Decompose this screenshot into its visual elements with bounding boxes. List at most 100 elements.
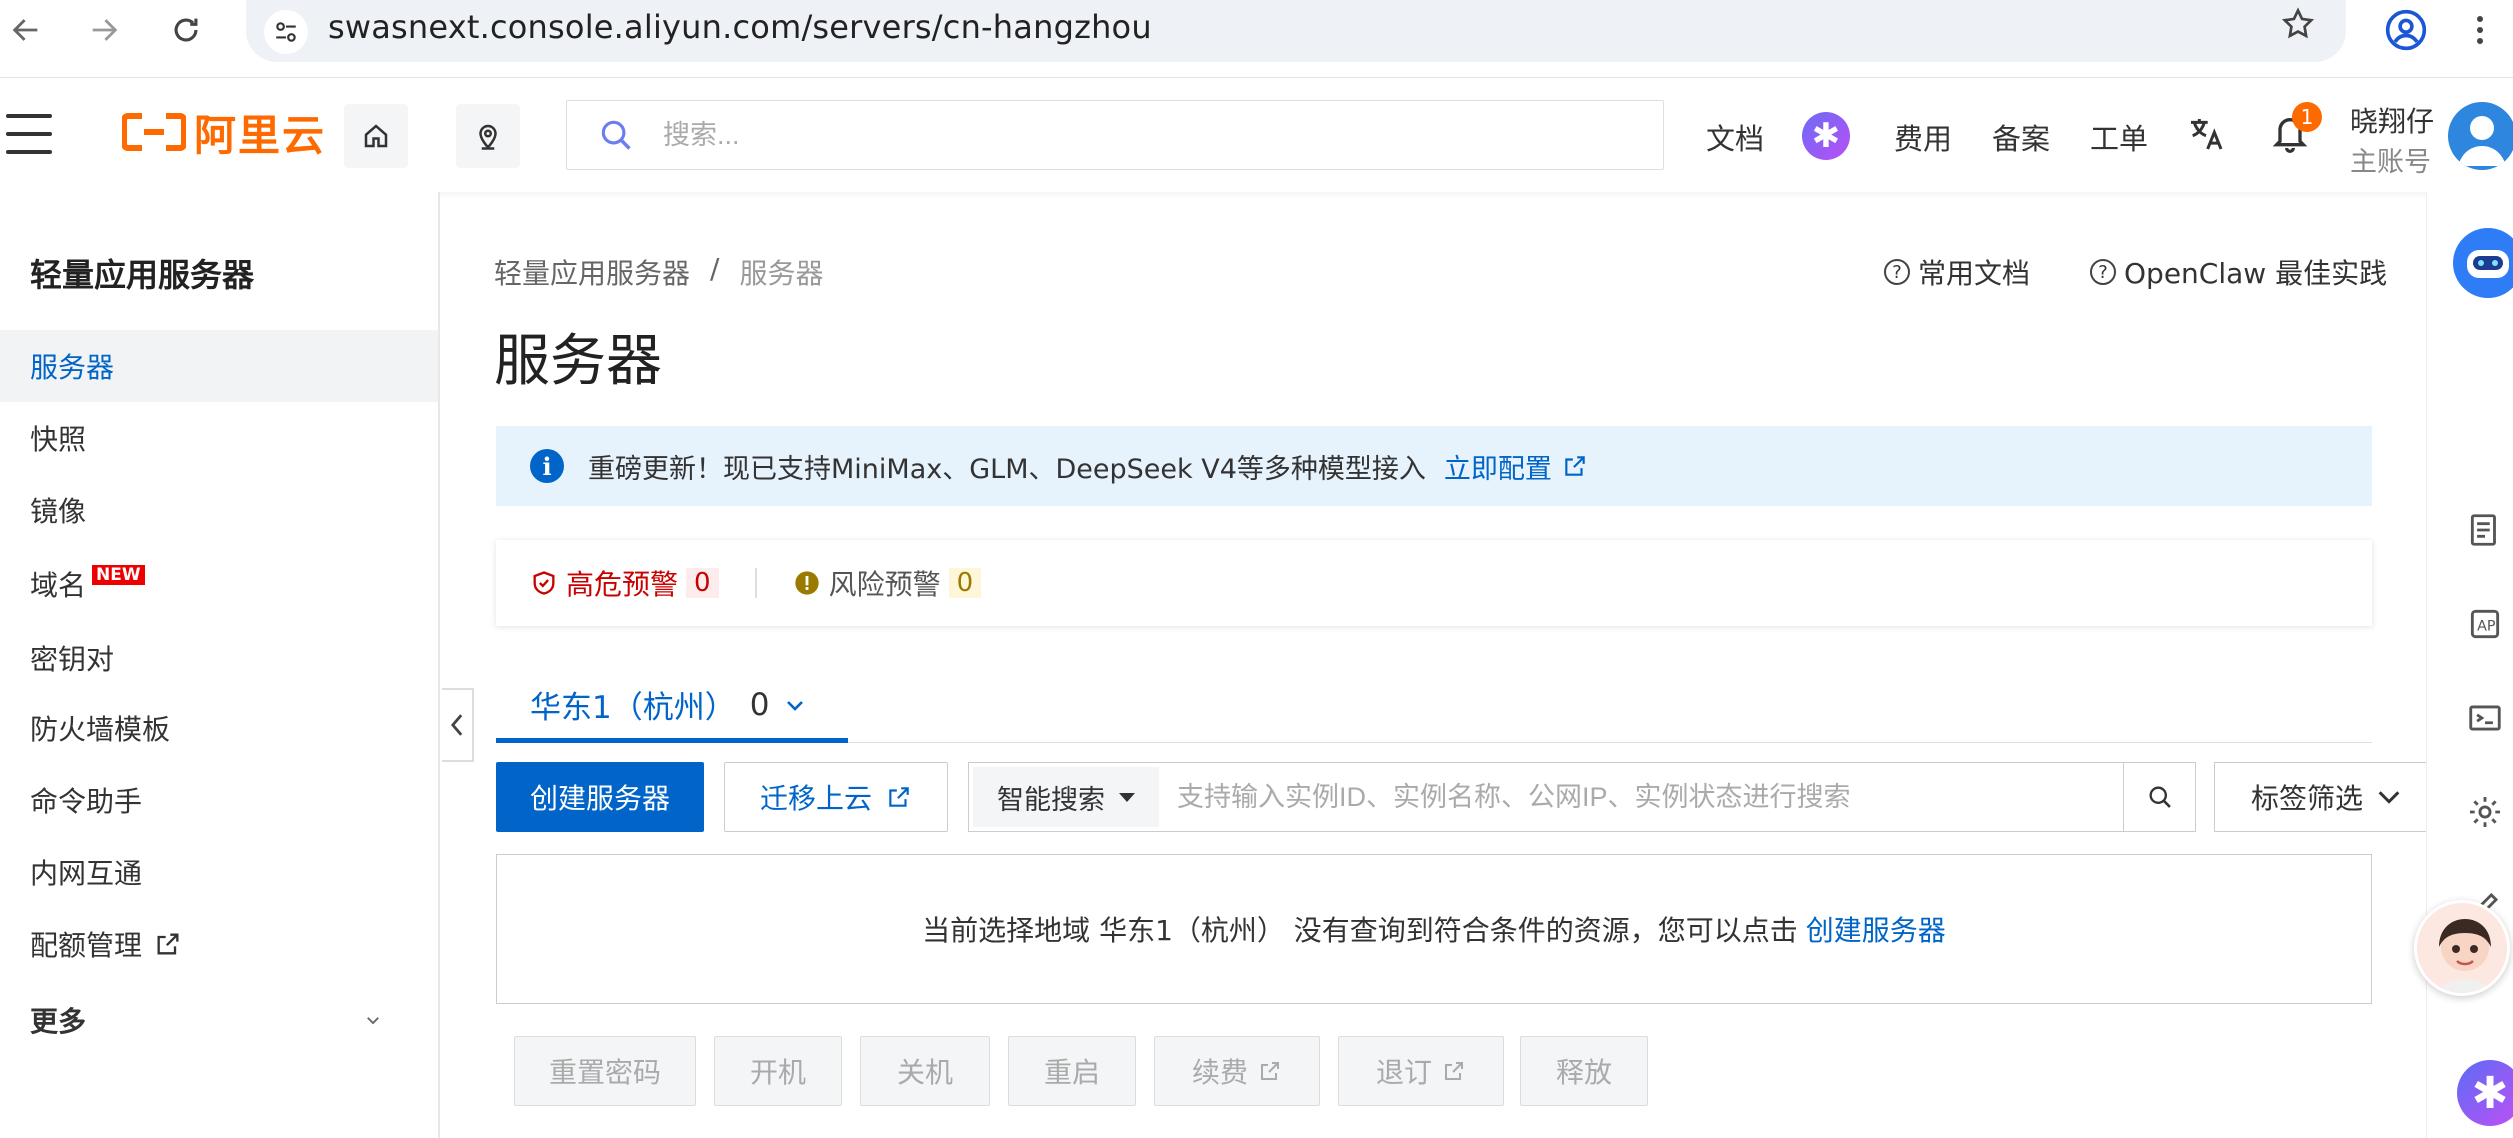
sidebar-item-label: 镜像 [30,495,87,528]
search-icon [601,120,631,150]
create-server-button[interactable]: 创建服务器 [496,762,704,832]
forward-arrow-icon[interactable] [82,8,126,52]
billing-link[interactable]: 费用 [1894,116,1952,158]
breadcrumb-current: 服务器 [739,257,824,290]
external-link-icon [157,933,179,955]
api-icon[interactable]: AP [2463,602,2507,646]
external-link-icon [1565,456,1585,476]
risk-label: 风险预警 [828,568,941,601]
address-bar[interactable]: swasnext.console.aliyun.com/servers/cn-h… [246,0,2346,62]
sidebar-item-quota[interactable]: 配额管理 [0,908,438,980]
notice-banner: i 重磅更新！现已支持MiniMax、GLM、DeepSeek V4等多种模型接… [496,426,2372,506]
site-settings-icon[interactable] [264,10,308,54]
shield-icon [533,571,555,595]
location-pin-icon [479,124,497,150]
empty-state-text: 当前选择地域 华东1（杭州） 没有查询到符合条件的资源，您可以点击 [922,914,1798,947]
region-tab-count: 0 [749,686,770,723]
docs-link[interactable]: 文档 [1706,116,1764,158]
breadcrumb-separator: / [710,252,720,285]
sidebar-item-domains[interactable]: 域名 NEW [0,548,438,620]
sidebar-item-label: 配额管理 [30,929,143,962]
customer-service-avatar[interactable] [2414,900,2510,996]
browser-profile-icon[interactable] [2384,8,2428,52]
info-icon: i [530,449,564,483]
browser-menu-icon[interactable] [2470,8,2490,52]
global-search[interactable] [566,100,1664,170]
warning-circle-icon [794,571,819,595]
unsubscribe-button[interactable]: 退订 [1338,1036,1504,1106]
reset-password-button[interactable]: 重置密码 [514,1036,696,1106]
terminal-icon[interactable] [2463,696,2507,740]
high-risk-label: 高危预警 [566,568,679,601]
unsubscribe-label: 退订 [1375,1056,1432,1089]
openclaw-practice-label: OpenClaw 最佳实践 [2124,257,2388,290]
chevron-left-icon [450,714,463,736]
home-button[interactable] [344,104,408,168]
release-button[interactable]: 释放 [1520,1036,1648,1106]
sidebar-item-intranet[interactable]: 内网互通 [0,836,438,908]
risk-count: 0 [948,568,982,598]
user-avatar[interactable] [2448,102,2513,170]
region-button[interactable] [456,104,520,168]
icp-filing-link[interactable]: 备案 [1992,116,2050,158]
sidebar-item-label: 域名 [30,569,87,602]
chevron-down-icon [2378,791,2400,804]
ai-assistant-icon[interactable]: ✱ [1802,112,1850,160]
document-list-icon[interactable] [2463,508,2507,552]
high-risk-count: 0 [686,568,719,598]
user-name[interactable]: 晓翔仔 [2350,100,2434,140]
sidebar-item-command-assistant[interactable]: 命令助手 [0,764,438,836]
sidebar-item-servers[interactable]: 服务器 [0,330,438,402]
caret-down-icon [1119,792,1135,802]
page-title: 服务器 [494,329,662,394]
sidebar-item-more[interactable]: 更多 [0,984,438,1056]
logo-text: 阿里云 [194,110,327,160]
instance-search-input[interactable] [1177,781,2097,813]
bookmark-star-icon[interactable] [2280,6,2316,51]
risk-alert[interactable]: 风险预警 0 [793,563,982,603]
back-arrow-icon[interactable] [4,8,48,52]
browser-toolbar: swasnext.console.aliyun.com/servers/cn-h… [0,0,2513,78]
sidebar-collapse-button[interactable] [442,688,474,762]
openclaw-practice-link[interactable]: ? OpenClaw 最佳实践 [2090,252,2387,292]
notice-text: 重磅更新！现已支持MiniMax、GLM、DeepSeek V4等多种模型接入 [588,453,1426,485]
sidebar-item-keypairs[interactable]: 密钥对 [0,622,438,694]
chevron-down-icon[interactable] [783,693,807,717]
instance-search-button[interactable] [2123,763,2195,831]
breadcrumb-item[interactable]: 轻量应用服务器 [494,252,690,292]
chevron-down-icon [367,1017,379,1025]
tag-filter-label: 标签筛选 [2251,782,2364,815]
migrate-label: 迁移上云 [759,782,872,815]
tab-region-hangzhou[interactable]: 华东1（杭州） 0 [530,682,807,727]
renew-button[interactable]: 续费 [1154,1036,1320,1106]
common-docs-link[interactable]: ? 常用文档 [1884,252,2030,292]
breadcrumb: 轻量应用服务器 / 服务器 [494,252,823,292]
start-button[interactable]: 开机 [714,1036,842,1106]
ai-assistant-icon[interactable]: ✱ [2457,1060,2513,1126]
renew-label: 续费 [1191,1056,1248,1089]
gear-icon[interactable] [2463,790,2507,834]
empty-state-create-link[interactable]: 创建服务器 [1806,909,1946,949]
robot-assistant-icon[interactable] [2453,228,2513,298]
smart-search-select[interactable]: 智能搜索 [973,767,1159,827]
high-risk-alert[interactable]: 高危预警 0 [530,563,719,603]
empty-state: 当前选择地域 华东1（杭州） 没有查询到符合条件的资源，您可以点击 创建服务器 [496,854,2372,1004]
sidebar-item-label: 服务器 [30,351,115,384]
configure-now-link[interactable]: 立即配置 [1444,447,1588,486]
migrate-to-cloud-button[interactable]: 迁移上云 [724,762,948,832]
reload-icon[interactable] [164,8,208,52]
help-icon: ? [2090,259,2116,285]
aliyun-logo[interactable]: 阿里云 [122,102,326,162]
sidebar-item-images[interactable]: 镜像 [0,474,438,546]
language-translate-icon[interactable] [2186,114,2226,154]
sidebar-item-snapshots[interactable]: 快照 [0,402,438,474]
right-rail: AP ✱ [2426,192,2513,1138]
stop-button[interactable]: 关机 [860,1036,990,1106]
menu-hamburger-icon[interactable] [6,114,52,154]
restart-button[interactable]: 重启 [1008,1036,1136,1106]
ticket-link[interactable]: 工单 [2090,116,2148,158]
alerts-bar: 高危预警 0 风险预警 0 [496,540,2372,626]
sidebar-item-firewall-templates[interactable]: 防火墙模板 [0,692,438,764]
url-text: swasnext.console.aliyun.com/servers/cn-h… [328,8,1152,46]
global-search-input[interactable] [663,119,1563,151]
